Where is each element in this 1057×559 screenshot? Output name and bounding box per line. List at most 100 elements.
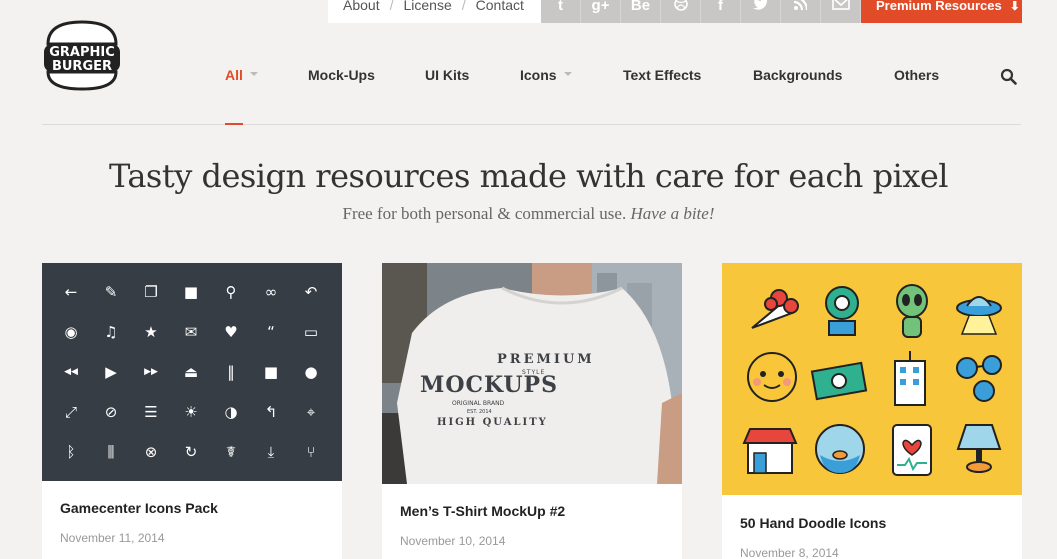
logo-line1: GRAPHIC <box>49 45 115 60</box>
icon-pack-thumbnail[interactable]: ← ✎ ❐ ■ ⚲ ∞ ↶ ◉ ♫ ★ ✉ ♥ “▭ ◀◀ ▶ ▶▶ ⏏ ‖ ■ ● ⤢ ⊘ ☰ ☀ ◑ ↰ ⌖ ᛒ ⫼ ⊗ ↻ ☤ ⤓ ⑂ <box>42 263 342 481</box>
mail-icon[interactable] <box>821 0 861 23</box>
card-title[interactable]: Gamecenter Icons Pack <box>60 500 218 516</box>
smiley-icon <box>747 352 797 402</box>
nav-icons-label: Icons <box>520 67 557 83</box>
tshirt-photo-thumbnail[interactable]: PREMIUM STYLE MOCKUPS ORIGINAL BRAND EST… <box>382 263 682 484</box>
block-icon: ⊘ <box>104 403 118 421</box>
location-pin-icon: ◉ <box>64 323 78 341</box>
pencil-icon: ✎ <box>104 283 118 301</box>
bluetooth-icon: ᛒ <box>66 443 76 461</box>
hero-subtitle: Free for both personal & commercial use.… <box>0 204 1057 224</box>
shirt-text-est: EST. 2014 <box>467 409 492 415</box>
nav-backgrounds[interactable]: Backgrounds <box>753 67 842 83</box>
doodle-icons-thumbnail[interactable] <box>722 263 1022 495</box>
shirt-text-mockups: MOCKUPS <box>420 372 558 398</box>
heart-icon: ♥ <box>224 323 238 341</box>
hero-subtitle-emphasis: Have a bite! <box>630 204 715 223</box>
expand-icon: ⤢ <box>64 403 77 421</box>
nav-text-effects[interactable]: Text Effects <box>623 67 701 83</box>
contact-link[interactable]: Contact <box>476 0 524 13</box>
record-icon: ● <box>304 363 318 381</box>
webcam-icon <box>825 286 859 336</box>
quote-icon: “ <box>267 323 275 341</box>
stop-icon: ■ <box>263 363 279 381</box>
tumblr-icon[interactable]: t <box>541 0 581 23</box>
top-links: About / License / Contact <box>328 0 541 23</box>
reply-all-icon: ↶ <box>304 283 318 301</box>
nav-all-label: All <box>225 67 243 83</box>
premium-label: Premium Resources <box>876 0 1002 13</box>
fork-icon: ⑂ <box>306 443 316 461</box>
main-nav: All Mock-Ups UI Kits Icons Text Effects … <box>0 67 1057 87</box>
top-bar: About / License / Contact t g+ Be f <box>328 0 861 23</box>
nav-icons[interactable]: Icons <box>520 67 572 83</box>
equalizer-icon: ⫼ <box>107 443 115 461</box>
card-title[interactable]: 50 Hand Doodle Icons <box>740 515 886 531</box>
facebook-icon[interactable]: f <box>701 0 741 23</box>
tumblr-glyph: t <box>558 0 563 14</box>
card-tshirt-mockup[interactable]: PREMIUM STYLE MOCKUPS ORIGINAL BRAND EST… <box>382 263 682 559</box>
nav-divider <box>42 124 1021 125</box>
link-icon: ∞ <box>264 283 278 301</box>
shop-icon <box>742 428 798 474</box>
behance-glyph: Be <box>630 0 651 14</box>
reply-icon: ↰ <box>264 403 278 421</box>
clipboard-icon <box>892 424 932 476</box>
run-icon: ☤ <box>225 443 237 461</box>
money-icon <box>810 361 868 401</box>
search-icon: ⚲ <box>225 283 237 301</box>
twitter-icon[interactable] <box>741 0 781 23</box>
shirt-text-premium: PREMIUM <box>497 352 595 367</box>
card-title[interactable]: Men’s T-Shirt MockUp #2 <box>400 503 565 519</box>
bouquet-icon <box>751 289 799 329</box>
nav-ui-kits[interactable]: UI Kits <box>425 67 469 83</box>
brightness-icon: ☀ <box>184 403 198 421</box>
chevron-down-icon <box>249 72 258 77</box>
play-icon: ▶ <box>105 363 117 381</box>
social-links: t g+ Be f <box>541 0 861 23</box>
card-date: November 11, 2014 <box>60 531 165 545</box>
fishbowl-icon <box>815 424 865 474</box>
nav-others[interactable]: Others <box>894 67 939 83</box>
separator: / <box>461 0 466 13</box>
about-link[interactable]: About <box>343 0 380 13</box>
network-icon <box>956 355 1002 402</box>
music-icon: ♫ <box>104 323 118 341</box>
active-indicator <box>225 123 243 125</box>
list-icon: ☰ <box>144 403 158 421</box>
shirt-text-quality: HIGH QUALITY <box>437 417 548 428</box>
shirt-text-brand: ORIGINAL BRAND <box>452 400 505 407</box>
building-icon <box>894 351 926 406</box>
search-icon[interactable] <box>1000 68 1017 85</box>
ufo-icon <box>956 296 1002 335</box>
separator: / <box>389 0 394 13</box>
nav-mockups[interactable]: Mock-Ups <box>308 67 375 83</box>
license-link[interactable]: License <box>403 0 451 13</box>
card-date: November 8, 2014 <box>740 546 839 559</box>
google-plus-glyph: g+ <box>591 0 610 14</box>
download-icon: ⤓ <box>267 443 275 461</box>
premium-resources-button[interactable]: Premium Resources ⬇ <box>861 0 1022 23</box>
eject-icon: ⏏ <box>183 363 199 381</box>
card-doodle-icons[interactable]: 50 Hand Doodle Icons November 8, 2014 <box>722 263 1022 559</box>
card-date: November 10, 2014 <box>400 534 506 548</box>
nav-all[interactable]: All <box>225 67 258 83</box>
mail-icon: ✉ <box>184 323 198 341</box>
close-circle-icon: ⊗ <box>144 443 158 461</box>
fast-forward-icon: ▶▶ <box>144 367 158 377</box>
alien-icon <box>896 284 928 338</box>
dribbble-icon[interactable] <box>661 0 701 23</box>
facebook-glyph: f <box>718 0 723 14</box>
files-icon: ❐ <box>144 283 158 301</box>
hero-subtitle-text: Free for both personal & commercial use. <box>342 204 627 223</box>
card-gamecenter[interactable]: ← ✎ ❐ ■ ⚲ ∞ ↶ ◉ ♫ ★ ✉ ♥ “▭ ◀◀ ▶ ▶▶ ⏏ ‖ ■ ● ⤢ ⊘ ☰ ☀ ◑ ↰ ⌖ ᛒ ⫼ ⊗ ↻ ☤ ⤓ ⑂ Ga… <box>42 263 342 559</box>
hero-title: Tasty design resources made with care fo… <box>108 157 949 195</box>
contrast-icon: ◑ <box>224 403 238 421</box>
google-plus-icon[interactable]: g+ <box>581 0 621 23</box>
chevron-down-icon <box>563 72 572 77</box>
refresh-icon: ↻ <box>184 443 198 461</box>
rss-icon[interactable] <box>781 0 821 23</box>
rewind-icon: ◀◀ <box>64 367 78 377</box>
battery-icon: ▭ <box>303 323 319 341</box>
behance-icon[interactable]: Be <box>621 0 661 23</box>
